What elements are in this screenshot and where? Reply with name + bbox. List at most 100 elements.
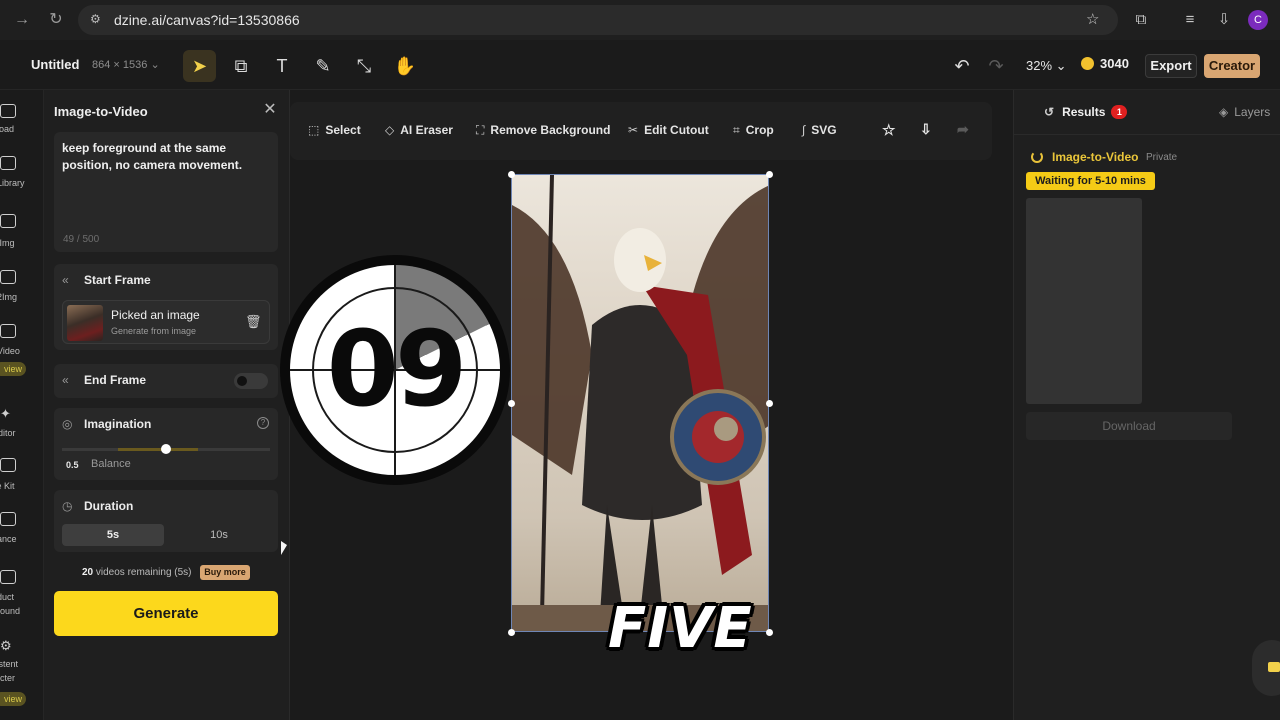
countdown-number: 09	[326, 308, 468, 430]
imagination-header: ◎ Imagination	[62, 417, 151, 431]
download-button[interactable]: Download	[1026, 412, 1232, 440]
end-frame-header[interactable]: « End Frame	[62, 373, 146, 387]
prompt-char-count: 49 / 500	[63, 234, 100, 245]
start-frame-title: Start Frame	[84, 273, 151, 287]
job-title: Image-to-Video	[1052, 150, 1139, 164]
resize-handle[interactable]	[508, 629, 515, 636]
resize-handle[interactable]	[766, 629, 773, 636]
export-button[interactable]: Export	[1145, 54, 1197, 78]
picked-image-subtitle: Generate from image	[111, 326, 197, 336]
resize-handle[interactable]	[766, 171, 773, 178]
profile-avatar[interactable]: C	[1248, 10, 1268, 30]
zoom-level[interactable]: 32% ⌄	[1026, 58, 1067, 74]
document-size-value: 864 × 1536	[92, 59, 148, 71]
imagination-section: ◎ Imagination ? 0.5 Balance	[54, 408, 278, 480]
resize-handle[interactable]	[508, 400, 515, 407]
svg-tool[interactable]: ∫ SVG	[802, 123, 837, 137]
canvas-image-toolbar: ⬚ Select ◇ AI Eraser ⛶ Remove Background ✂ E…	[290, 102, 992, 160]
picked-image-card[interactable]: Picked an image Generate from image 🗑	[62, 300, 270, 344]
pen-tool-icon[interactable]: ✎	[308, 52, 338, 80]
browser-toolbar: → ↻ ⚙ dzine.ai/canvas?id=13530866 ☆ ⧉ ≡ …	[0, 0, 1280, 40]
resize-handle[interactable]	[508, 171, 515, 178]
rail-item-label: nance	[0, 534, 17, 544]
prompt-textarea[interactable]: keep foreground at the same position, no…	[54, 132, 278, 252]
download-icon[interactable]: ⇩	[920, 121, 932, 138]
start-frame-header[interactable]: « Start Frame	[62, 273, 151, 287]
image-insert-tool-icon[interactable]: ⧉	[226, 52, 256, 80]
divider	[1014, 134, 1280, 135]
img2img-icon	[0, 270, 16, 284]
download-icon[interactable]: ⇩	[1214, 10, 1234, 30]
tab-layers[interactable]: ◈ Layers	[1219, 105, 1270, 119]
document-title[interactable]: Untitled	[31, 57, 79, 72]
generate-button[interactable]: Generate	[54, 591, 278, 636]
chat-icon	[1268, 662, 1280, 672]
edit-cutout-tool[interactable]: ✂ Edit Cutout	[628, 123, 709, 137]
ai-eraser-tool[interactable]: ◇ AI Eraser	[385, 123, 453, 137]
select-label: Select	[325, 123, 361, 137]
address-bar[interactable]: ⚙ dzine.ai/canvas?id=13530866 ☆	[78, 5, 1118, 35]
canvas-image-eagle-warrior[interactable]	[511, 174, 769, 632]
imagination-slider-thumb[interactable]	[161, 444, 171, 454]
zoom-value: 32%	[1026, 58, 1053, 73]
job-visibility: Private	[1146, 152, 1178, 163]
coin-icon	[1081, 57, 1094, 70]
videos-remaining-text: videos remaining (5s)	[93, 567, 192, 578]
duration-option-5s[interactable]: 5s	[62, 524, 164, 546]
resize-handle[interactable]	[766, 400, 773, 407]
start-frame-thumbnail	[67, 305, 103, 341]
rail-item-label: 2Video	[0, 346, 20, 356]
crop-tool[interactable]: ⌗ Crop	[733, 123, 774, 138]
remove-bg-icon: ⛶	[476, 123, 485, 137]
tab-results[interactable]: ↺ Results 1	[1044, 105, 1128, 119]
end-frame-toggle[interactable]	[234, 373, 268, 389]
buy-more-button[interactable]: Buy more	[200, 565, 250, 580]
rail-item-label: ground	[0, 606, 21, 616]
rail-item-label: Editor	[0, 428, 16, 438]
txt2img-icon	[0, 214, 16, 228]
ai-eraser-label: AI Eraser	[400, 123, 453, 137]
enhance-icon	[0, 512, 16, 526]
tab-search-icon[interactable]: ≡	[1180, 10, 1200, 30]
creator-button[interactable]: Creator	[1204, 54, 1260, 78]
site-info-icon[interactable]: ⚙	[90, 12, 101, 26]
canvas-area[interactable]: ⬚ Select ◇ AI Eraser ⛶ Remove Background ✂ E…	[280, 90, 1013, 720]
mouse-cursor-icon	[281, 541, 287, 555]
resize-tool-icon[interactable]: ⤡	[349, 52, 379, 80]
sparkle-icon: ✦	[0, 406, 11, 421]
close-icon[interactable]: ✕	[262, 102, 278, 118]
share-icon[interactable]: ➦	[957, 121, 969, 138]
forward-icon[interactable]: →	[12, 10, 32, 30]
video-icon	[0, 324, 16, 338]
imagination-value: 0.5	[66, 460, 79, 470]
remove-background-tool[interactable]: ⛶ Remove Background	[476, 123, 610, 138]
reload-icon[interactable]: ↻	[46, 10, 66, 30]
history-icon: ↺	[1044, 105, 1055, 119]
undo-icon[interactable]: ↶	[947, 52, 977, 80]
bookmark-star-icon[interactable]: ☆	[1086, 10, 1099, 28]
duration-option-10s[interactable]: 10s	[168, 524, 270, 546]
star-icon[interactable]: ☆	[882, 121, 895, 139]
library-icon	[0, 156, 16, 170]
select-tool[interactable]: ⬚ Select	[308, 123, 361, 137]
countdown-face: 09	[290, 265, 500, 475]
prompt-text[interactable]: keep foreground at the same position, no…	[62, 140, 272, 174]
help-icon[interactable]: ?	[257, 417, 269, 429]
credits-counter[interactable]: 3040	[1081, 56, 1129, 71]
text-tool-icon[interactable]: T	[267, 52, 297, 80]
rail-item-label: racter	[0, 673, 16, 683]
lasso-icon: ⬚	[308, 123, 320, 137]
loading-spinner-icon	[1031, 151, 1043, 163]
floating-assistant-button[interactable]	[1252, 640, 1280, 696]
character-icon: ⚙	[0, 638, 12, 653]
select-tool-button[interactable]: ➤	[183, 50, 216, 82]
redo-icon[interactable]: ↷	[981, 52, 1011, 80]
document-size[interactable]: 864 × 1536 ⌄	[92, 58, 160, 71]
image-to-video-panel: Image-to-Video ✕ keep foreground at the …	[44, 90, 290, 720]
extensions-icon[interactable]: ⧉	[1131, 10, 1151, 30]
imagination-label: Balance	[91, 458, 131, 470]
chevron-down-icon: ⌄	[150, 59, 160, 71]
hand-tool-icon[interactable]: ✋	[390, 52, 420, 80]
trash-icon[interactable]: 🗑	[245, 314, 262, 330]
remove-background-label: Remove Background	[490, 123, 611, 137]
